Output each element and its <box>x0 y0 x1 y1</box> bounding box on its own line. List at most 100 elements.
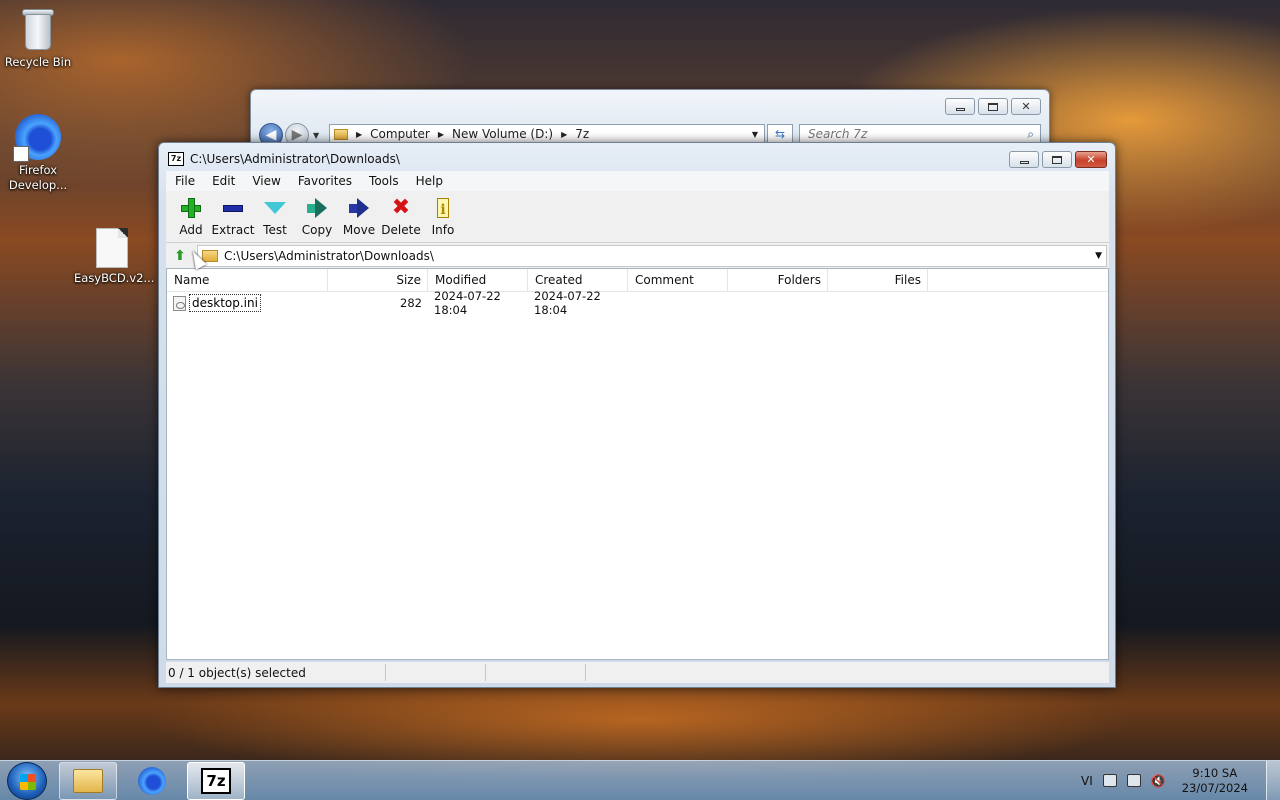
info-button[interactable]: i Info <box>422 191 464 242</box>
taskbar-firefox[interactable] <box>123 762 181 800</box>
table-row[interactable]: desktop.ini 282 2024-07-22 18:04 2024-07… <box>167 289 1108 317</box>
zip-caption-buttons: ✕ <box>1009 151 1107 168</box>
maximize-button[interactable] <box>1042 151 1072 168</box>
add-icon <box>180 197 202 219</box>
explorer-icon <box>73 768 103 793</box>
breadcrumb-volume[interactable]: New Volume (D:) <box>452 127 553 141</box>
extract-label: Extract <box>211 223 255 237</box>
move-icon <box>348 197 370 219</box>
column-header-created[interactable]: Created <box>528 269 628 291</box>
minimize-button[interactable] <box>1009 151 1039 168</box>
back-arrow-icon: ◀ <box>265 127 277 143</box>
menu-file[interactable]: File <box>166 174 203 188</box>
column-header-name[interactable]: Name <box>167 269 328 291</box>
7zip-icon: 7z <box>201 767 231 794</box>
path-bar: ⬆ C:\Users\Administrator\Downloads\ ▼ <box>166 243 1109 268</box>
chevron-down-icon[interactable]: ▼ <box>1095 251 1102 261</box>
keyboard-icon[interactable] <box>1102 774 1117 787</box>
recycle-bin-icon <box>19 6 57 52</box>
extract-button[interactable]: Extract <box>211 191 255 242</box>
maximize-button[interactable] <box>978 98 1008 115</box>
delete-icon: ✖ <box>391 195 411 220</box>
show-desktop-button[interactable] <box>1266 760 1280 800</box>
desktop-icon-label: EasyBCD.v2... <box>74 271 155 285</box>
add-button[interactable]: Add <box>170 191 212 242</box>
column-header-folders[interactable]: Folders <box>728 269 828 291</box>
maximize-icon <box>1052 155 1062 164</box>
move-label: Move <box>342 223 376 237</box>
file-size: 282 <box>400 296 422 310</box>
taskbar-explorer[interactable] <box>59 761 117 800</box>
recent-pages-dropdown[interactable]: ▼ <box>313 131 319 140</box>
firefox-icon <box>138 766 166 795</box>
test-label: Test <box>263 223 287 237</box>
move-button[interactable]: Move <box>338 191 380 242</box>
file-list[interactable]: Name Size Modified Created Comment Folde… <box>166 268 1109 660</box>
search-icon: ⌕ <box>1027 126 1034 141</box>
search-input[interactable]: Search 7z ⌕ <box>799 124 1041 144</box>
status-segment-2 <box>386 664 486 681</box>
window-title: C:\Users\Administrator\Downloads\ <box>190 152 400 166</box>
folder-icon <box>334 128 348 140</box>
taskbar: 7z VI 🔇 9:10 SA 23/07/2024 <box>0 760 1280 800</box>
7zip-window: 7z C:\Users\Administrator\Downloads\ ✕ F… <box>158 142 1116 688</box>
column-header-size[interactable]: Size <box>328 269 428 291</box>
desktop-icon-label: Recycle Bin <box>4 55 72 69</box>
start-button[interactable] <box>7 761 47 800</box>
path-text: C:\Users\Administrator\Downloads\ <box>224 248 434 263</box>
column-header-modified[interactable]: Modified <box>428 269 528 291</box>
network-icon[interactable] <box>1126 774 1141 787</box>
status-selection: 0 / 1 object(s) selected <box>166 664 386 681</box>
column-header-files[interactable]: Files <box>828 269 928 291</box>
maximize-icon <box>988 102 998 111</box>
delete-button[interactable]: ✖ Delete <box>380 191 422 242</box>
breadcrumb-7z[interactable]: 7z <box>575 127 589 141</box>
menu-view[interactable]: View <box>243 174 288 188</box>
address-dropdown-icon[interactable]: ▼ <box>752 130 758 139</box>
menu-edit[interactable]: Edit <box>203 174 243 188</box>
window-title-bar: 7z C:\Users\Administrator\Downloads\ <box>168 152 400 166</box>
language-indicator[interactable]: VI <box>1081 774 1093 788</box>
menu-bar: File Edit View Favorites Tools Help <box>166 171 1109 191</box>
minimize-icon <box>955 108 965 111</box>
clock[interactable]: 9:10 SA 23/07/2024 <box>1182 766 1248 796</box>
list-header: Name Size Modified Created Comment Folde… <box>167 269 1108 292</box>
delete-label: Delete <box>381 223 421 237</box>
status-bar: 0 / 1 object(s) selected <box>166 662 1109 683</box>
menu-favorites[interactable]: Favorites <box>289 174 360 188</box>
close-button[interactable]: ✕ <box>1011 98 1041 115</box>
firefox-developer-icon <box>13 114 61 162</box>
explorer-address-bar[interactable]: ▶ Computer ▶ New Volume (D:) ▶ 7z ▼ <box>329 124 765 144</box>
add-label: Add <box>179 223 203 237</box>
clock-date: 23/07/2024 <box>1181 780 1248 795</box>
copy-button[interactable]: Copy <box>296 191 338 242</box>
refresh-button[interactable]: ⇆ <box>767 124 793 144</box>
test-icon <box>264 197 286 219</box>
file-modified: 2024-07-22 18:04 <box>434 289 501 317</box>
breadcrumb-computer[interactable]: Computer <box>370 127 430 141</box>
file-name: desktop.ini <box>189 294 261 312</box>
close-button[interactable]: ✕ <box>1075 151 1107 168</box>
clock-time: 9:10 SA <box>1192 765 1238 780</box>
desktop-icon-label: Firefox Develop... <box>8 163 68 192</box>
taskbar-7zip[interactable]: 7z <box>187 761 245 800</box>
breadcrumb-separator-icon: ▶ <box>561 129 568 139</box>
system-tray: VI 🔇 9:10 SA 23/07/2024 <box>1081 766 1248 796</box>
path-combobox[interactable]: C:\Users\Administrator\Downloads\ ▼ <box>197 244 1107 267</box>
menu-help[interactable]: Help <box>407 174 451 188</box>
desktop-icon-easybcd[interactable]: EasyBCD.v2... <box>74 228 155 286</box>
file-icon <box>96 228 128 268</box>
copy-icon <box>306 197 328 219</box>
minimize-button[interactable] <box>945 98 975 115</box>
up-arrow-icon: ⬆ <box>174 247 186 264</box>
close-icon: ✕ <box>1086 153 1096 166</box>
breadcrumb-separator-icon: ▶ <box>356 129 363 139</box>
search-placeholder: Search 7z <box>808 127 868 141</box>
menu-tools[interactable]: Tools <box>360 174 407 188</box>
desktop-icon-firefox[interactable]: Firefox Develop... <box>0 114 76 193</box>
refresh-icon: ⇆ <box>774 127 786 141</box>
desktop-icon-recycle-bin[interactable]: Recycle Bin <box>0 6 76 70</box>
test-button[interactable]: Test <box>254 191 296 242</box>
column-header-comment[interactable]: Comment <box>628 269 728 291</box>
volume-muted-icon[interactable]: 🔇 <box>1151 774 1166 788</box>
